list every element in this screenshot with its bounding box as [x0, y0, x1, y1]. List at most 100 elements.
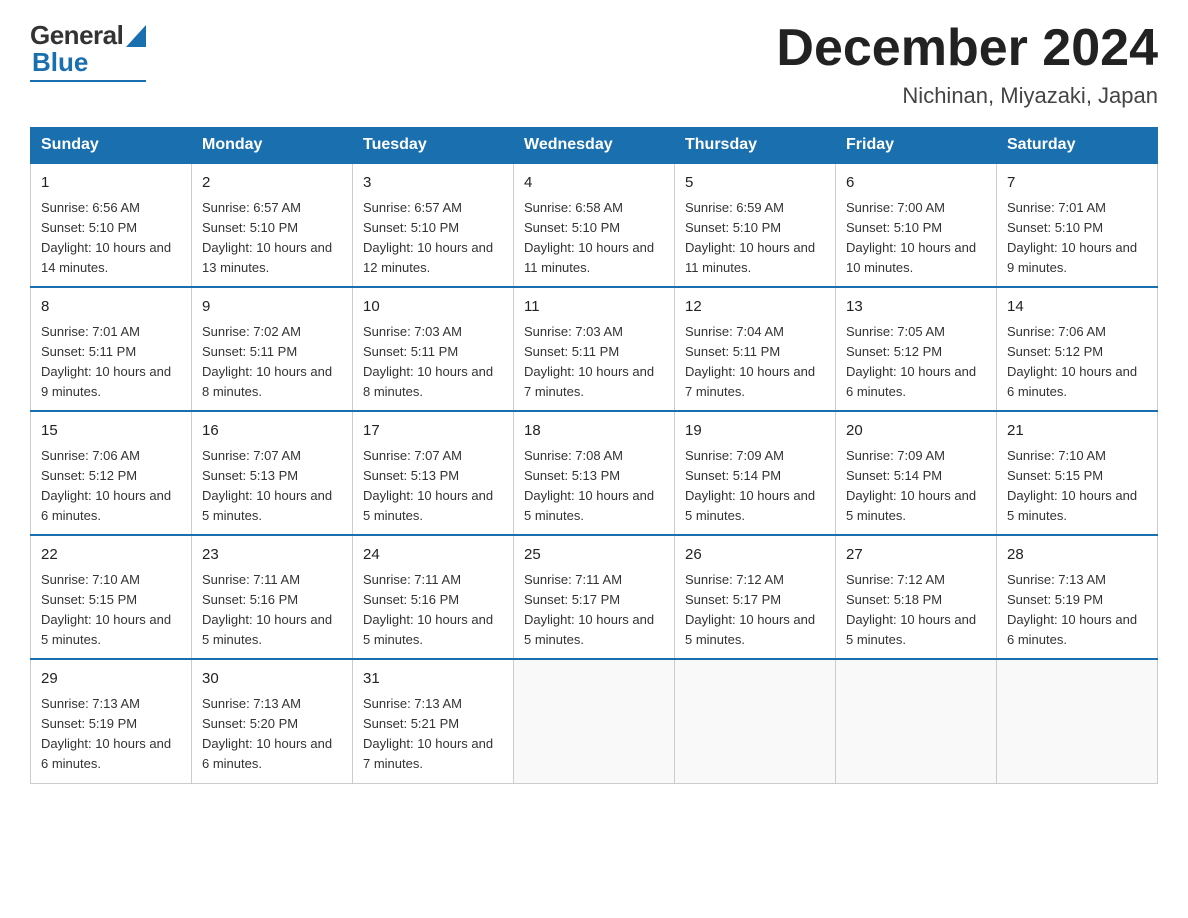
calendar-cell — [997, 659, 1158, 783]
calendar-cell: 22 Sunrise: 7:10 AMSunset: 5:15 PMDayligh… — [31, 535, 192, 659]
day-number: 13 — [846, 296, 986, 319]
header-row: Sunday Monday Tuesday Wednesday Thursday… — [31, 128, 1158, 164]
day-info: Sunrise: 7:00 AMSunset: 5:10 PMDaylight:… — [846, 198, 986, 279]
day-info: Sunrise: 7:10 AMSunset: 5:15 PMDaylight:… — [1007, 446, 1147, 527]
day-info: Sunrise: 7:11 AMSunset: 5:16 PMDaylight:… — [202, 570, 342, 651]
day-number: 5 — [685, 172, 825, 195]
calendar-cell: 11 Sunrise: 7:03 AMSunset: 5:11 PMDayligh… — [514, 287, 675, 411]
day-number: 15 — [41, 420, 181, 443]
calendar-cell: 14Sunrise: 7:06 AMSunset: 5:12 PMDayligh… — [997, 287, 1158, 411]
day-info: Sunrise: 7:09 AMSunset: 5:14 PMDaylight:… — [685, 446, 825, 527]
calendar-cell: 9 Sunrise: 7:02 AMSunset: 5:11 PMDaylight… — [192, 287, 353, 411]
calendar-cell: 24 Sunrise: 7:11 AMSunset: 5:16 PMDayligh… — [353, 535, 514, 659]
calendar-cell: 21Sunrise: 7:10 AMSunset: 5:15 PMDayligh… — [997, 411, 1158, 535]
calendar-cell: 20Sunrise: 7:09 AMSunset: 5:14 PMDayligh… — [836, 411, 997, 535]
day-info: Sunrise: 7:03 AMSunset: 5:11 PMDaylight:… — [524, 322, 664, 403]
col-saturday: Saturday — [997, 128, 1158, 164]
calendar-cell: 13 Sunrise: 7:05 AMSunset: 5:12 PMDayligh… — [836, 287, 997, 411]
calendar-cell — [836, 659, 997, 783]
calendar-header: Sunday Monday Tuesday Wednesday Thursday… — [31, 128, 1158, 164]
calendar-week-row: 29Sunrise: 7:13 AMSunset: 5:19 PMDayligh… — [31, 659, 1158, 783]
day-info: Sunrise: 7:10 AMSunset: 5:15 PMDaylight:… — [41, 570, 181, 651]
calendar-week-row: 8 Sunrise: 7:01 AMSunset: 5:11 PMDaylight… — [31, 287, 1158, 411]
day-info: Sunrise: 6:57 AMSunset: 5:10 PMDaylight:… — [363, 198, 503, 279]
day-info: Sunrise: 7:13 AMSunset: 5:19 PMDaylight:… — [41, 694, 181, 775]
day-number: 10 — [363, 296, 503, 319]
logo-blue-text: Blue — [32, 47, 88, 78]
day-number: 27 — [846, 544, 986, 567]
col-tuesday: Tuesday — [353, 128, 514, 164]
day-info: Sunrise: 6:59 AMSunset: 5:10 PMDaylight:… — [685, 198, 825, 279]
calendar-cell: 28 Sunrise: 7:13 AMSunset: 5:19 PMDayligh… — [997, 535, 1158, 659]
day-info: Sunrise: 7:13 AMSunset: 5:21 PMDaylight:… — [363, 694, 503, 775]
day-info: Sunrise: 7:07 AMSunset: 5:13 PMDaylight:… — [363, 446, 503, 527]
day-number: 1 — [41, 172, 181, 195]
calendar-cell — [675, 659, 836, 783]
day-info: Sunrise: 7:01 AMSunset: 5:11 PMDaylight:… — [41, 322, 181, 403]
day-info: Sunrise: 7:05 AMSunset: 5:12 PMDaylight:… — [846, 322, 986, 403]
day-number: 22 — [41, 544, 181, 567]
month-title: December 2024 — [776, 20, 1158, 77]
day-number: 6 — [846, 172, 986, 195]
calendar-table: Sunday Monday Tuesday Wednesday Thursday… — [30, 127, 1158, 783]
calendar-cell: 31 Sunrise: 7:13 AMSunset: 5:21 PMDayligh… — [353, 659, 514, 783]
day-info: Sunrise: 7:06 AMSunset: 5:12 PMDaylight:… — [1007, 322, 1147, 403]
logo: General Blue — [30, 20, 146, 82]
calendar-cell: 26 Sunrise: 7:12 AMSunset: 5:17 PMDayligh… — [675, 535, 836, 659]
col-wednesday: Wednesday — [514, 128, 675, 164]
day-number: 11 — [524, 296, 664, 319]
day-number: 7 — [1007, 172, 1147, 195]
day-info: Sunrise: 7:13 AMSunset: 5:19 PMDaylight:… — [1007, 570, 1147, 651]
day-info: Sunrise: 7:09 AMSunset: 5:14 PMDaylight:… — [846, 446, 986, 527]
day-info: Sunrise: 7:08 AMSunset: 5:13 PMDaylight:… — [524, 446, 664, 527]
day-info: Sunrise: 6:56 AMSunset: 5:10 PMDaylight:… — [41, 198, 181, 279]
day-number: 31 — [363, 668, 503, 691]
calendar-cell: 3 Sunrise: 6:57 AMSunset: 5:10 PMDaylight… — [353, 163, 514, 287]
day-number: 9 — [202, 296, 342, 319]
calendar-cell: 29Sunrise: 7:13 AMSunset: 5:19 PMDayligh… — [31, 659, 192, 783]
calendar-cell: 2Sunrise: 6:57 AMSunset: 5:10 PMDaylight… — [192, 163, 353, 287]
day-number: 28 — [1007, 544, 1147, 567]
calendar-cell: 30Sunrise: 7:13 AMSunset: 5:20 PMDayligh… — [192, 659, 353, 783]
calendar-cell: 23 Sunrise: 7:11 AMSunset: 5:16 PMDayligh… — [192, 535, 353, 659]
day-number: 3 — [363, 172, 503, 195]
calendar-cell: 16 Sunrise: 7:07 AMSunset: 5:13 PMDayligh… — [192, 411, 353, 535]
calendar-week-row: 22 Sunrise: 7:10 AMSunset: 5:15 PMDayligh… — [31, 535, 1158, 659]
day-number: 25 — [524, 544, 664, 567]
day-info: Sunrise: 6:58 AMSunset: 5:10 PMDaylight:… — [524, 198, 664, 279]
calendar-cell: 25 Sunrise: 7:11 AMSunset: 5:17 PMDayligh… — [514, 535, 675, 659]
day-info: Sunrise: 7:02 AMSunset: 5:11 PMDaylight:… — [202, 322, 342, 403]
day-info: Sunrise: 7:11 AMSunset: 5:16 PMDaylight:… — [363, 570, 503, 651]
calendar-cell — [514, 659, 675, 783]
page-header: General Blue December 2024 Nichinan, Miy… — [30, 20, 1158, 109]
calendar-cell: 17 Sunrise: 7:07 AMSunset: 5:13 PMDayligh… — [353, 411, 514, 535]
day-info: Sunrise: 7:07 AMSunset: 5:13 PMDaylight:… — [202, 446, 342, 527]
calendar-cell: 10 Sunrise: 7:03 AMSunset: 5:11 PMDayligh… — [353, 287, 514, 411]
day-number: 19 — [685, 420, 825, 443]
day-info: Sunrise: 7:12 AMSunset: 5:17 PMDaylight:… — [685, 570, 825, 651]
col-thursday: Thursday — [675, 128, 836, 164]
day-number: 12 — [685, 296, 825, 319]
day-info: Sunrise: 7:03 AMSunset: 5:11 PMDaylight:… — [363, 322, 503, 403]
title-section: December 2024 Nichinan, Miyazaki, Japan — [776, 20, 1158, 109]
day-info: Sunrise: 7:06 AMSunset: 5:12 PMDaylight:… — [41, 446, 181, 527]
day-number: 18 — [524, 420, 664, 443]
day-number: 4 — [524, 172, 664, 195]
day-number: 23 — [202, 544, 342, 567]
calendar-cell: 12Sunrise: 7:04 AMSunset: 5:11 PMDayligh… — [675, 287, 836, 411]
day-number: 24 — [363, 544, 503, 567]
col-friday: Friday — [836, 128, 997, 164]
day-number: 30 — [202, 668, 342, 691]
calendar-week-row: 15 Sunrise: 7:06 AMSunset: 5:12 PMDayligh… — [31, 411, 1158, 535]
calendar-cell: 8 Sunrise: 7:01 AMSunset: 5:11 PMDaylight… — [31, 287, 192, 411]
calendar-cell: 1 Sunrise: 6:56 AMSunset: 5:10 PMDaylight… — [31, 163, 192, 287]
calendar-cell: 5 Sunrise: 6:59 AMSunset: 5:10 PMDaylight… — [675, 163, 836, 287]
day-number: 17 — [363, 420, 503, 443]
day-info: Sunrise: 6:57 AMSunset: 5:10 PMDaylight:… — [202, 198, 342, 279]
day-number: 26 — [685, 544, 825, 567]
logo-arrow-icon — [126, 25, 146, 47]
day-number: 16 — [202, 420, 342, 443]
calendar-week-row: 1 Sunrise: 6:56 AMSunset: 5:10 PMDaylight… — [31, 163, 1158, 287]
day-info: Sunrise: 7:11 AMSunset: 5:17 PMDaylight:… — [524, 570, 664, 651]
day-number: 8 — [41, 296, 181, 319]
